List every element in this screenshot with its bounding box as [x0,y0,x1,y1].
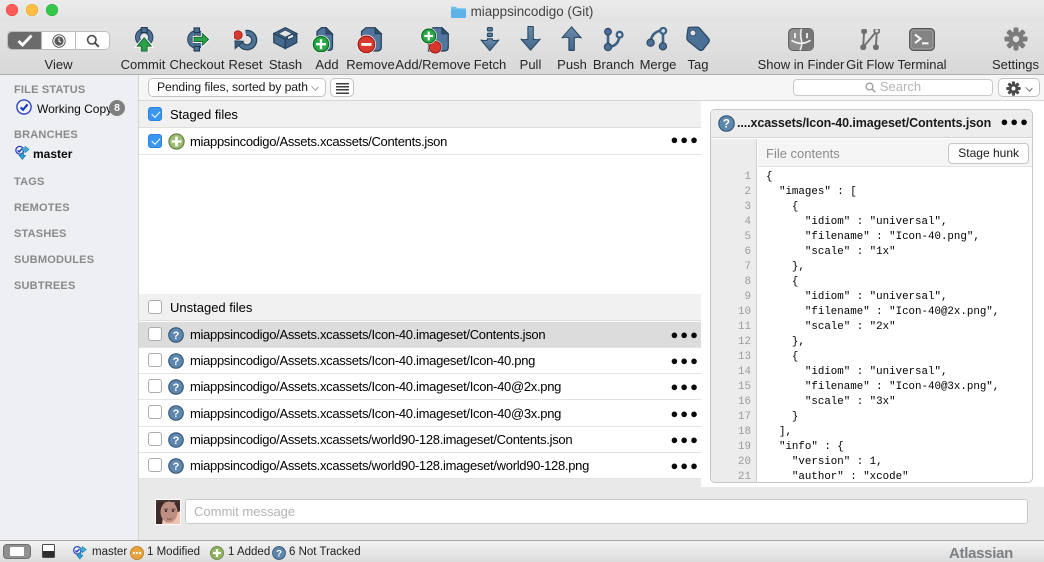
svg-text:?: ? [173,356,180,368]
svg-text:?: ? [173,330,180,342]
svg-text:?: ? [173,408,180,420]
svg-text:?: ? [276,548,282,559]
svg-text:?: ? [173,435,180,447]
svg-text:?: ? [173,382,180,394]
svg-text:?: ? [723,118,730,131]
svg-text:?: ? [173,461,180,473]
